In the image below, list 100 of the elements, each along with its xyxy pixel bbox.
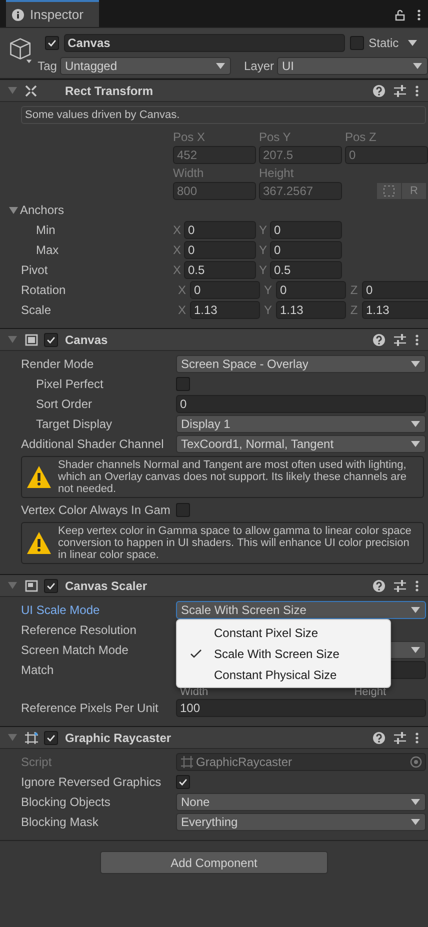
input-field[interactable]: 0 xyxy=(184,221,256,239)
info-message: Some values driven by Canvas. xyxy=(21,106,426,124)
more-options-icon[interactable] xyxy=(415,84,419,96)
input-field[interactable]: 0 xyxy=(270,221,342,239)
checkbox[interactable] xyxy=(176,503,190,517)
axis-label: Z xyxy=(349,303,359,317)
input-field[interactable]: 1.13 xyxy=(362,301,428,319)
field-label: Pos Y xyxy=(259,130,292,144)
menu-item[interactable]: Scale With Screen Size xyxy=(177,643,390,664)
input-field[interactable]: 0.5 xyxy=(184,261,256,279)
checkbox[interactable] xyxy=(44,36,59,50)
field-label: UI Scale Mode xyxy=(20,603,101,617)
field-label: Vertex Color Always In Gam xyxy=(20,503,172,517)
dropdown[interactable]: Everything xyxy=(176,813,426,831)
input-field[interactable]: 1.13 xyxy=(276,301,346,319)
field-label: Scale xyxy=(20,303,52,317)
axis-label: X xyxy=(172,243,182,257)
dropdown[interactable]: Scale With Screen Size xyxy=(176,601,426,619)
axis-label: Y xyxy=(262,303,273,317)
component-header[interactable]: Canvas Scaler xyxy=(0,574,428,597)
move-arrows-icon xyxy=(25,84,38,96)
dropdown[interactable]: None xyxy=(176,793,426,811)
component-header[interactable]: Graphic Raycaster xyxy=(0,726,428,749)
field-label: Script xyxy=(20,755,53,769)
dropdown-arrow-icon xyxy=(411,441,420,447)
layer-label: Layer xyxy=(244,59,274,73)
help-icon[interactable] xyxy=(373,334,385,346)
menu-item[interactable]: Constant Pixel Size xyxy=(177,622,390,643)
sliders-icon[interactable] xyxy=(394,84,406,96)
field-label: Min xyxy=(35,223,56,237)
lock-icon[interactable] xyxy=(395,8,405,20)
warning-icon xyxy=(26,531,52,555)
checkbox[interactable] xyxy=(176,377,190,391)
dropdown-arrow-icon xyxy=(413,63,422,69)
component-header[interactable]: Rect Transform xyxy=(0,79,428,102)
dropdown[interactable]: Display 1 xyxy=(176,415,426,433)
more-options-icon[interactable] xyxy=(415,580,419,592)
dropdown-arrow-icon xyxy=(411,421,420,427)
field-label: Pos X xyxy=(173,130,206,144)
dropdown-arrow-icon xyxy=(411,647,420,653)
checkbox[interactable] xyxy=(44,730,58,744)
help-icon[interactable] xyxy=(373,732,385,744)
dropdown[interactable]: Untagged xyxy=(60,57,231,75)
axis-label: Y xyxy=(262,283,273,297)
field-label: Screen Match Mode xyxy=(20,643,130,657)
field-label: Match xyxy=(20,663,55,677)
name-field[interactable]: Canvas xyxy=(64,34,345,52)
slider-label: Height xyxy=(354,686,386,698)
input-field[interactable]: 0 xyxy=(276,281,346,299)
dropdown-arrow-icon[interactable] xyxy=(408,40,417,46)
field-label: Height xyxy=(259,166,295,180)
field-label: Width xyxy=(173,166,205,180)
menu-item[interactable]: Constant Physical Size xyxy=(177,664,390,685)
foldout-label[interactable]: Anchors xyxy=(20,203,64,217)
more-options-icon[interactable] xyxy=(415,732,419,744)
field-label: Render Mode xyxy=(20,357,95,371)
axis-label: X xyxy=(176,283,187,297)
expanded-arrow-icon[interactable] xyxy=(9,206,18,214)
dropdown[interactable]: Screen Space - Overlay xyxy=(176,355,426,373)
field-label: Target Display xyxy=(35,417,114,431)
field-label: Blocking Mask xyxy=(20,815,100,829)
add-component-button[interactable]: Add Component xyxy=(100,851,328,874)
info-icon xyxy=(12,8,24,20)
field-label: Pos Z xyxy=(345,130,378,144)
sliders-icon[interactable] xyxy=(394,580,406,592)
input-field[interactable]: 0 xyxy=(176,395,426,413)
input-field[interactable]: 0 xyxy=(362,281,428,299)
component-header[interactable]: Canvas xyxy=(0,328,428,351)
checkbox[interactable] xyxy=(44,578,58,592)
axis-label: X xyxy=(172,223,182,237)
input-field[interactable]: 0 xyxy=(190,281,260,299)
help-icon[interactable] xyxy=(373,580,385,592)
checkbox[interactable] xyxy=(44,332,58,346)
field-label: Rotation xyxy=(20,283,67,297)
field-label: Additional Shader Channel xyxy=(20,437,165,451)
dropdown[interactable]: UI xyxy=(277,57,428,75)
checkbox[interactable] xyxy=(176,775,190,789)
more-options-icon[interactable] xyxy=(417,8,421,20)
help-icon[interactable] xyxy=(373,84,385,96)
canvas-icon xyxy=(25,334,38,346)
field-label: Sort Order xyxy=(35,397,94,411)
frame-icon xyxy=(25,732,38,744)
sliders-icon[interactable] xyxy=(394,334,406,346)
inspector-tab[interactable]: Inspector xyxy=(6,0,99,27)
blueprint-mode-icon[interactable] xyxy=(377,182,402,198)
input-field[interactable]: 0 xyxy=(184,241,256,259)
input-field[interactable]: 100 xyxy=(176,699,426,717)
cube-icon[interactable] xyxy=(9,36,32,66)
axis-label: Z xyxy=(349,283,359,297)
field-label: Ignore Reversed Graphics xyxy=(20,775,162,789)
sliders-icon[interactable] xyxy=(394,732,406,744)
frame-icon xyxy=(181,756,193,768)
more-options-icon[interactable] xyxy=(415,334,419,346)
field-label: Reference Resolution xyxy=(20,623,138,637)
checkbox[interactable] xyxy=(350,36,364,50)
input-field[interactable]: 1.13 xyxy=(190,301,260,319)
input-field[interactable]: 0 xyxy=(270,241,342,259)
input-field[interactable]: 0.5 xyxy=(270,261,342,279)
field-label: Max xyxy=(35,243,60,257)
dropdown[interactable]: TexCoord1, Normal, Tangent xyxy=(176,435,426,453)
